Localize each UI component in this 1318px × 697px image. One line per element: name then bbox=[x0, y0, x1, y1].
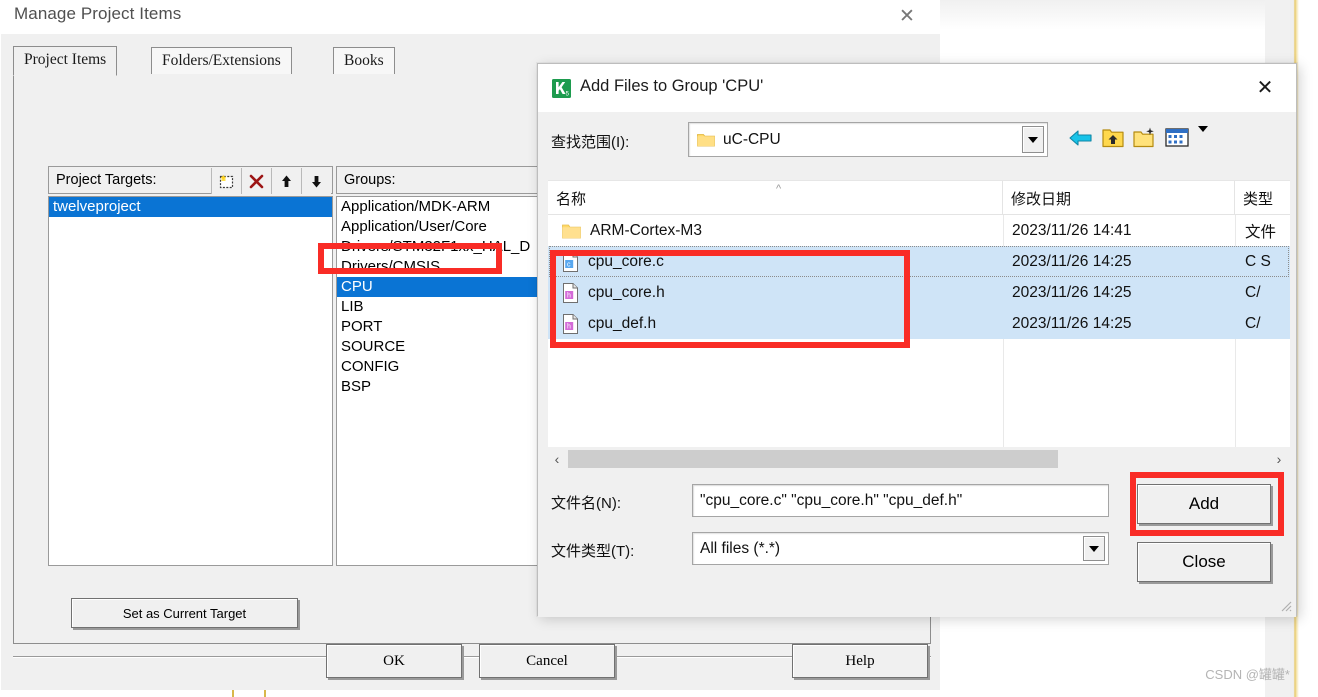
close-icon[interactable]: ✕ bbox=[892, 3, 922, 31]
manage-dialog-titlebar: Manage Project Items ✕ bbox=[0, 0, 940, 34]
file-type-cell: 文件 bbox=[1245, 223, 1277, 241]
file-list-hscrollbar[interactable]: ‹ › bbox=[548, 448, 1290, 470]
file-name-value: "cpu_core.c" "cpu_core.h" "cpu_def.h" bbox=[700, 491, 963, 509]
scroll-right-icon[interactable]: › bbox=[1270, 451, 1288, 467]
file-name-text: cpu_core.c bbox=[588, 252, 664, 270]
c-file-icon: c bbox=[562, 251, 579, 272]
add-files-title: Add Files to Group 'CPU' bbox=[580, 77, 764, 95]
file-name-input[interactable]: "cpu_core.c" "cpu_core.h" "cpu_def.h" bbox=[692, 484, 1109, 517]
view-mode-icon[interactable] bbox=[1165, 127, 1190, 154]
scroll-left-icon[interactable]: ‹ bbox=[548, 451, 566, 467]
new-folder-icon[interactable] bbox=[1132, 126, 1158, 155]
look-in-combobox[interactable]: uC-CPU bbox=[688, 122, 1048, 157]
project-targets-toolbar bbox=[211, 168, 331, 194]
screenshot-root: Manage Project Items ✕ Project Items Fol… bbox=[0, 0, 1318, 697]
look-in-label: 查找范围(I): bbox=[551, 134, 630, 151]
h-file-icon: h bbox=[562, 313, 579, 334]
tab-project-items[interactable]: Project Items bbox=[13, 46, 118, 76]
table-row[interactable]: h cpu_core.h 2023/11/26 14:25 C/ bbox=[548, 277, 1290, 308]
keil-uvision-icon: 5 bbox=[552, 79, 571, 98]
groups-label: Groups: bbox=[344, 172, 396, 188]
table-row[interactable]: h cpu_def.h 2023/11/26 14:25 C/ bbox=[548, 308, 1290, 339]
file-type-cell: C S bbox=[1245, 252, 1271, 270]
file-list-header: 名称 修改日期 类型 ^ bbox=[548, 181, 1290, 215]
file-name-cell: ARM-Cortex-M3 bbox=[562, 215, 1002, 246]
chevron-down-icon[interactable] bbox=[1083, 536, 1105, 561]
scroll-thumb[interactable] bbox=[568, 450, 1058, 468]
file-date-cell: 2023/11/26 14:41 bbox=[1012, 221, 1132, 239]
file-name-cell: c cpu_core.c bbox=[562, 246, 1002, 277]
folder-icon bbox=[697, 132, 715, 147]
new-item-icon[interactable] bbox=[211, 168, 241, 194]
file-type-cell: C/ bbox=[1245, 283, 1261, 301]
close-button[interactable]: Close bbox=[1137, 542, 1271, 582]
table-row[interactable]: ARM-Cortex-M3 2023/11/26 14:41 文件 bbox=[548, 215, 1290, 246]
file-type-value: All files (*.*) bbox=[700, 539, 781, 557]
navigation-toolbar bbox=[1068, 125, 1208, 155]
file-name-cell: h cpu_def.h bbox=[562, 308, 1002, 339]
project-targets-listbox[interactable]: twelveproject bbox=[48, 196, 333, 566]
resize-grip-icon[interactable] bbox=[1278, 598, 1292, 612]
file-list[interactable]: 名称 修改日期 类型 ^ ARM-Cortex-M3 2023/11/26 14… bbox=[548, 180, 1290, 447]
move-up-icon[interactable] bbox=[271, 168, 301, 194]
table-row[interactable]: c cpu_core.c 2023/11/26 14:25 C S bbox=[548, 246, 1290, 277]
up-one-level-icon[interactable] bbox=[1101, 126, 1125, 155]
sort-ascending-caret: ^ bbox=[776, 183, 782, 195]
column-header-date[interactable]: 修改日期 bbox=[1003, 181, 1235, 215]
file-date-cell: 2023/11/26 14:25 bbox=[1012, 314, 1132, 332]
add-files-titlebar: 5 Add Files to Group 'CPU' ✕ bbox=[538, 64, 1296, 112]
cancel-button[interactable]: Cancel bbox=[479, 644, 615, 678]
look-in-value: uC-CPU bbox=[723, 130, 781, 148]
background-pane-shade bbox=[940, 0, 1292, 30]
svg-text:h: h bbox=[567, 323, 571, 330]
file-type-label: 文件类型(T): bbox=[551, 543, 635, 560]
set-as-current-target-button[interactable]: Set as Current Target bbox=[71, 598, 298, 628]
tab-books[interactable]: Books bbox=[333, 47, 395, 74]
add-button[interactable]: Add bbox=[1137, 484, 1271, 524]
help-button[interactable]: Help bbox=[792, 644, 928, 678]
file-type-cell: C/ bbox=[1245, 314, 1261, 332]
file-name-text: cpu_def.h bbox=[588, 314, 657, 332]
delete-icon[interactable] bbox=[241, 168, 271, 194]
close-icon[interactable]: ✕ bbox=[1248, 74, 1282, 102]
h-file-icon: h bbox=[562, 282, 579, 303]
svg-text:c: c bbox=[567, 261, 571, 268]
watermark: CSDN @罐罐* bbox=[1205, 667, 1290, 682]
file-name-text: cpu_core.h bbox=[588, 283, 665, 301]
folder-icon bbox=[562, 223, 581, 239]
chevron-down-icon[interactable] bbox=[1022, 126, 1044, 153]
manage-dialog-title: Manage Project Items bbox=[14, 4, 182, 23]
file-date-cell: 2023/11/26 14:25 bbox=[1012, 252, 1132, 270]
move-down-icon[interactable] bbox=[301, 168, 331, 194]
back-arrow-icon[interactable] bbox=[1068, 126, 1094, 155]
project-targets-header: Project Targets: bbox=[48, 166, 333, 194]
file-name-cell: h cpu_core.h bbox=[562, 277, 1002, 308]
file-name-text: ARM-Cortex-M3 bbox=[590, 221, 702, 239]
file-name-label: 文件名(N): bbox=[551, 495, 621, 512]
ok-button[interactable]: OK bbox=[326, 644, 462, 678]
project-targets-label: Project Targets: bbox=[56, 172, 157, 188]
file-type-combobox[interactable]: All files (*.*) bbox=[692, 532, 1109, 565]
svg-text:h: h bbox=[567, 292, 571, 299]
tab-folders-extensions[interactable]: Folders/Extensions bbox=[151, 47, 292, 74]
chevron-down-icon[interactable] bbox=[1198, 125, 1208, 150]
list-item[interactable]: twelveproject bbox=[49, 197, 332, 217]
file-date-cell: 2023/11/26 14:25 bbox=[1012, 283, 1132, 301]
column-header-type[interactable]: 类型 bbox=[1235, 181, 1290, 215]
project-targets-pane: Project Targets: twelveproject bbox=[48, 166, 333, 566]
